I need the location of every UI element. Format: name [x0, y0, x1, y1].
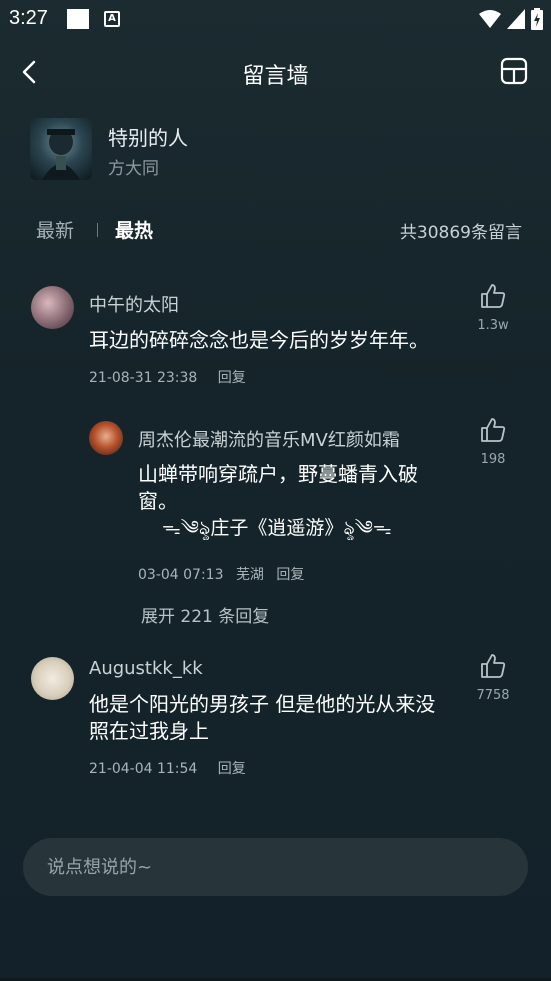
- comment-author[interactable]: 中午的太阳: [89, 291, 179, 317]
- notification-square-icon: [67, 9, 89, 29]
- reply-item: 周杰伦最潮流的音乐MV红颜如霜 山蝉带响穿疏户，野蔓蟠青入破 窗。 ᯓ༄ৡ庄子《…: [0, 414, 551, 590]
- like-button[interactable]: 7758: [473, 652, 513, 703]
- tab-hottest[interactable]: 最热: [115, 216, 153, 243]
- a-badge-icon: A: [104, 11, 120, 27]
- comment-item: Augustkk_kk 他是个阳光的男孩子 但是他的光从来没 照在过我身上 21…: [0, 650, 551, 790]
- comment-date: 03-04 07:13: [138, 567, 224, 583]
- battery-icon: [531, 8, 543, 30]
- expand-replies-button[interactable]: 展开 221 条回复: [141, 602, 269, 627]
- comment-meta: 21-04-04 11:54 回复: [89, 758, 258, 778]
- status-icons: [479, 8, 543, 30]
- album-art-icon: [42, 129, 80, 180]
- comment-text-line: 照在过我身上: [89, 719, 209, 743]
- page-title: 留言墙: [242, 64, 309, 89]
- comment-text-line: 山蝉带响穿疏户，野蔓蟠青入破: [138, 462, 418, 486]
- comment-text-line: 他是个阳光的男孩子 但是他的光从来没: [89, 692, 436, 716]
- comment-author[interactable]: 周杰伦最潮流的音乐MV红颜如霜: [138, 426, 400, 452]
- comment-item: 中午的太阳 耳边的碎碎念念也是今后的岁岁年年。 21-08-31 23:38 回…: [0, 280, 551, 390]
- comment-author[interactable]: Augustkk_kk: [89, 658, 203, 679]
- status-bar: 3:27 A: [0, 0, 551, 38]
- comment-total: 共30869条留言: [399, 223, 522, 243]
- song-card[interactable]: 特别的人 方大同: [30, 118, 510, 182]
- layout-icon: [500, 57, 528, 85]
- thumbs-up-icon: [481, 284, 506, 308]
- status-time: 3:27: [9, 7, 48, 29]
- comment-text: 耳边的碎碎念念也是今后的岁岁年年。: [89, 328, 429, 352]
- album-cover: [30, 118, 92, 180]
- layout-button[interactable]: [499, 56, 529, 86]
- comment-meta: 21-08-31 23:38 回复: [89, 367, 258, 387]
- reply-button[interactable]: 回复: [218, 370, 246, 386]
- comment-date: 21-04-04 11:54: [89, 761, 198, 777]
- comment-meta: 03-04 07:13 芜湖 回复: [138, 564, 316, 584]
- like-count: 198: [480, 452, 506, 467]
- tab-divider: [97, 223, 98, 237]
- signal-icon: [507, 9, 525, 29]
- comment-date: 21-08-31 23:38: [89, 370, 198, 386]
- thumbs-up-icon: [481, 418, 506, 442]
- song-title: 特别的人: [108, 126, 188, 150]
- like-count: 1.3w: [477, 318, 509, 333]
- avatar[interactable]: [31, 657, 74, 700]
- song-artist: 方大同: [108, 159, 159, 179]
- tab-latest[interactable]: 最新: [36, 216, 74, 243]
- thumbs-up-icon: [481, 654, 506, 678]
- like-button[interactable]: 198: [473, 416, 513, 467]
- wifi-icon: [479, 10, 501, 28]
- comment-text-line: 窗。: [138, 489, 178, 513]
- avatar[interactable]: [31, 286, 74, 329]
- avatar[interactable]: [89, 421, 123, 455]
- reply-button[interactable]: 回复: [276, 567, 304, 583]
- like-count: 7758: [476, 688, 510, 703]
- comment-text-line: ᯓ༄ৡ庄子《逍遥游》ৡ༄ᯓ: [162, 517, 392, 539]
- reply-button[interactable]: 回复: [218, 761, 246, 777]
- comment-input[interactable]: [47, 838, 507, 896]
- header: 留言墙: [0, 48, 551, 96]
- comment-input-bar[interactable]: [23, 838, 528, 896]
- sort-tabs: 最新 最热 共30869条留言: [36, 216, 526, 246]
- comment-location: 芜湖: [235, 567, 264, 583]
- like-button[interactable]: 1.3w: [473, 282, 513, 333]
